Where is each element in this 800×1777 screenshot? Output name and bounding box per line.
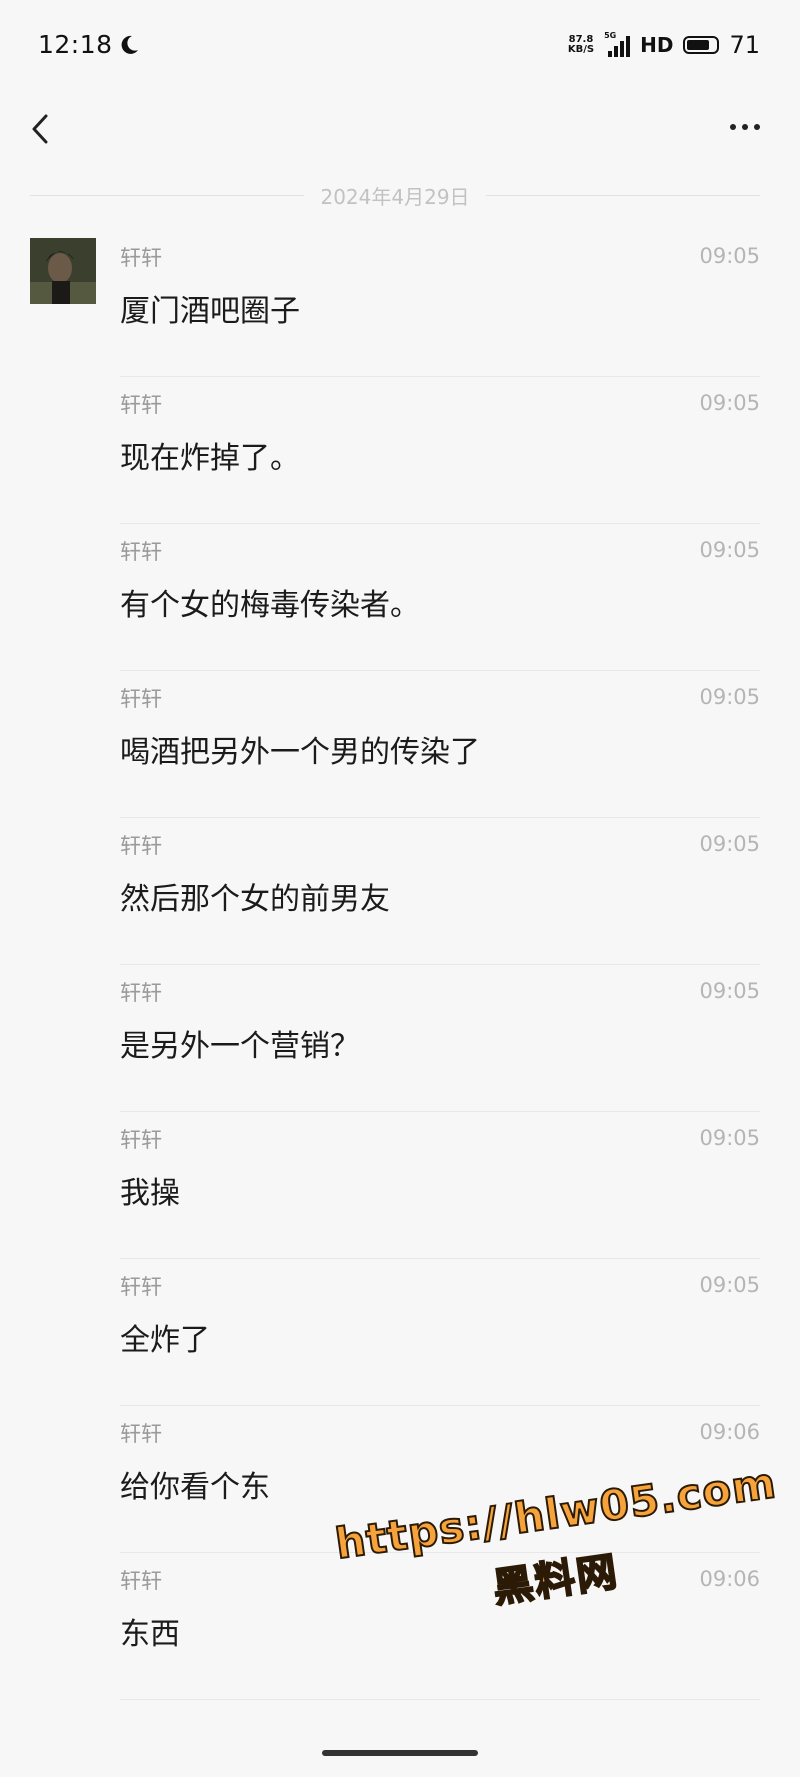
message-time: 09:05: [699, 1126, 760, 1150]
separator-line: [485, 194, 761, 196]
more-options-button[interactable]: [720, 112, 770, 142]
message-time: 09:05: [699, 391, 760, 415]
message-sender: 轩轩: [120, 1569, 162, 1593]
message-item[interactable]: 轩轩 09:05 喝酒把另外一个男的传染了: [0, 671, 800, 818]
watermark-name: 黑料网: [489, 1548, 622, 1613]
message-time: 09:05: [699, 685, 760, 709]
message-item[interactable]: 轩轩 09:05 现在炸掉了。: [0, 377, 800, 524]
date-label: 2024年4月29日: [320, 184, 470, 209]
home-indicator[interactable]: [322, 1750, 478, 1756]
partial-message-hint: [120, 1692, 160, 1698]
network-speed: 87.8 KB/S: [568, 35, 594, 55]
message-item[interactable]: 轩轩 09:05 全炸了: [0, 1259, 800, 1406]
message-text: 然后那个女的前男友: [120, 882, 390, 917]
moon-icon: [118, 34, 140, 60]
message-item[interactable]: 轩轩 09:05 厦门酒吧圈子: [0, 230, 800, 377]
message-text: 全炸了: [120, 1323, 210, 1358]
message-time: 09:05: [699, 979, 760, 1003]
status-time: 12:18: [38, 30, 113, 59]
message-text: 是另外一个营销？: [120, 1029, 360, 1064]
more-dot-icon: [754, 124, 760, 130]
date-separator: 2024年4月29日: [30, 180, 761, 210]
back-button[interactable]: [22, 108, 62, 148]
message-sender: 轩轩: [120, 1275, 162, 1299]
separator-line: [30, 194, 305, 196]
message-item[interactable]: 轩轩 09:05 有个女的梅毒传染者。: [0, 524, 800, 671]
message-time: 09:06: [699, 1420, 760, 1444]
status-bar: 12:18 87.8 KB/S 5G HD 71: [0, 0, 800, 90]
message-text: 现在炸掉了。: [120, 441, 300, 476]
message-sender: 轩轩: [120, 540, 162, 564]
message-item[interactable]: 轩轩 09:05 我操: [0, 1112, 800, 1259]
message-item[interactable]: 轩轩 09:05 是另外一个营销？: [0, 965, 800, 1112]
message-sender: 轩轩: [120, 393, 162, 417]
hd-label: HD: [640, 33, 674, 57]
more-dot-icon: [730, 124, 736, 130]
more-dot-icon: [742, 124, 748, 130]
message-item[interactable]: 轩轩 09:05 然后那个女的前男友: [0, 818, 800, 965]
chevron-left-icon: [32, 114, 48, 144]
message-text: 喝酒把另外一个男的传染了: [120, 735, 480, 770]
nav-bar: [0, 90, 800, 170]
status-indicators: 87.8 KB/S 5G HD 71: [568, 28, 760, 62]
message-text: 有个女的梅毒传染者。: [120, 588, 420, 623]
message-time: 09:05: [699, 832, 760, 856]
message-text: 东西: [120, 1617, 180, 1652]
message-sender: 轩轩: [120, 1128, 162, 1152]
network-speed-unit: KB/S: [567, 44, 595, 55]
message-text: 厦门酒吧圈子: [120, 294, 300, 329]
message-sender: 轩轩: [120, 687, 162, 711]
message-sender: 轩轩: [120, 834, 162, 858]
message-time: 09:05: [699, 244, 760, 268]
message-sender: 轩轩: [120, 246, 162, 270]
message-sender: 轩轩: [120, 981, 162, 1005]
signal-icon: 5G: [604, 31, 631, 57]
battery-level: 71: [729, 31, 760, 59]
message-text: 给你看个东: [120, 1470, 270, 1505]
message-time: 09:05: [699, 538, 760, 562]
message-text: 我操: [120, 1176, 180, 1211]
message-sender: 轩轩: [120, 1422, 162, 1446]
message-time: 09:05: [699, 1273, 760, 1297]
battery-icon: [683, 36, 720, 54]
divider: [120, 1699, 760, 1700]
